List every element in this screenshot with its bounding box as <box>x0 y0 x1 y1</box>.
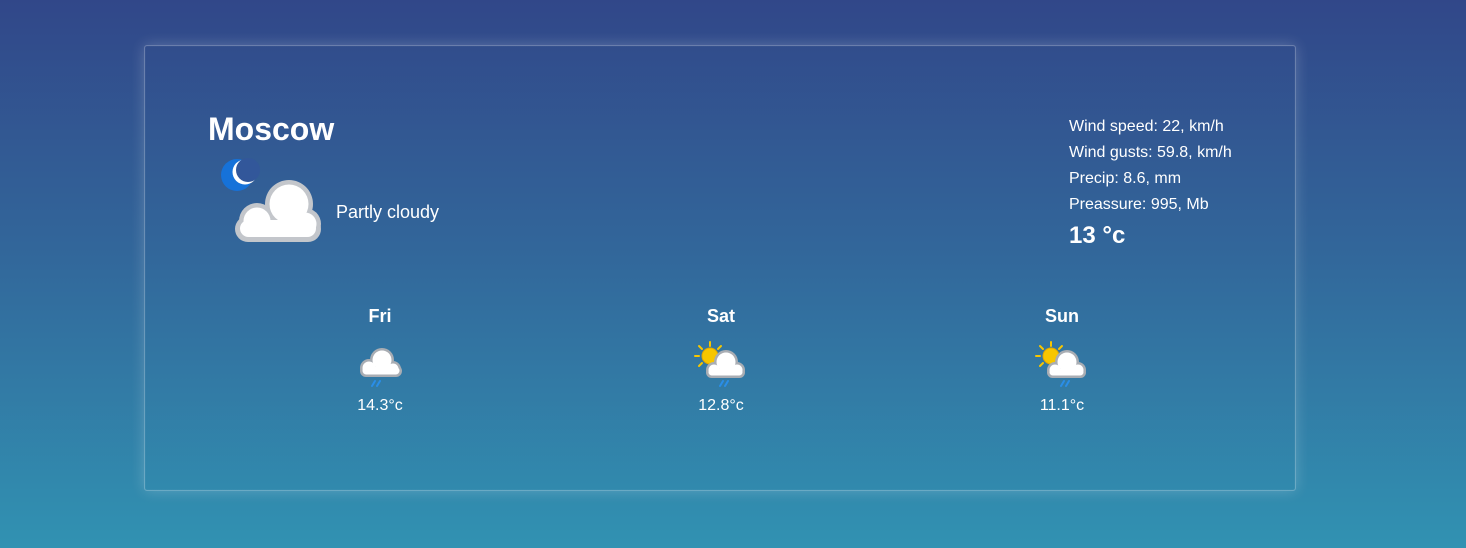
weather-card: Moscow Partly cloudy Wind speed: 22, km/… <box>144 45 1296 491</box>
forecast-day: Sat 12.8°c <box>661 304 781 416</box>
sun-cloud-rain-icon <box>694 341 745 387</box>
forecast-temperature: 14.3°c <box>357 397 403 414</box>
condition-text: Partly cloudy <box>336 202 440 222</box>
city-name: Moscow <box>208 111 335 147</box>
forecast-day: Fri 14.3°c <box>320 304 440 416</box>
forecast-day-label: Fri <box>368 306 392 326</box>
partly-cloudy-night-icon <box>221 158 321 242</box>
pressure: Preassure: 995, Mb <box>1069 196 1209 213</box>
weather-details: Wind speed: 22, km/h Wind gusts: 59.8, k… <box>1069 114 1232 250</box>
forecast-day: Sun 11.1°c <box>1002 304 1122 416</box>
sun-cloud-rain-icon <box>1035 341 1086 387</box>
wind-speed: Wind speed: 22, km/h <box>1069 118 1224 135</box>
cloud-rain-icon <box>360 348 402 387</box>
forecast-temperature: 12.8°c <box>698 397 744 414</box>
forecast-day-label: Sun <box>1045 306 1079 326</box>
wind-gusts: Wind gusts: 59.8, km/h <box>1069 144 1232 161</box>
forecast-temperature: 11.1°c <box>1039 397 1085 414</box>
precipitation: Precip: 8.6, mm <box>1069 170 1182 187</box>
forecast-day-label: Sat <box>706 306 735 326</box>
current-temperature: 13 °c <box>1069 222 1126 249</box>
